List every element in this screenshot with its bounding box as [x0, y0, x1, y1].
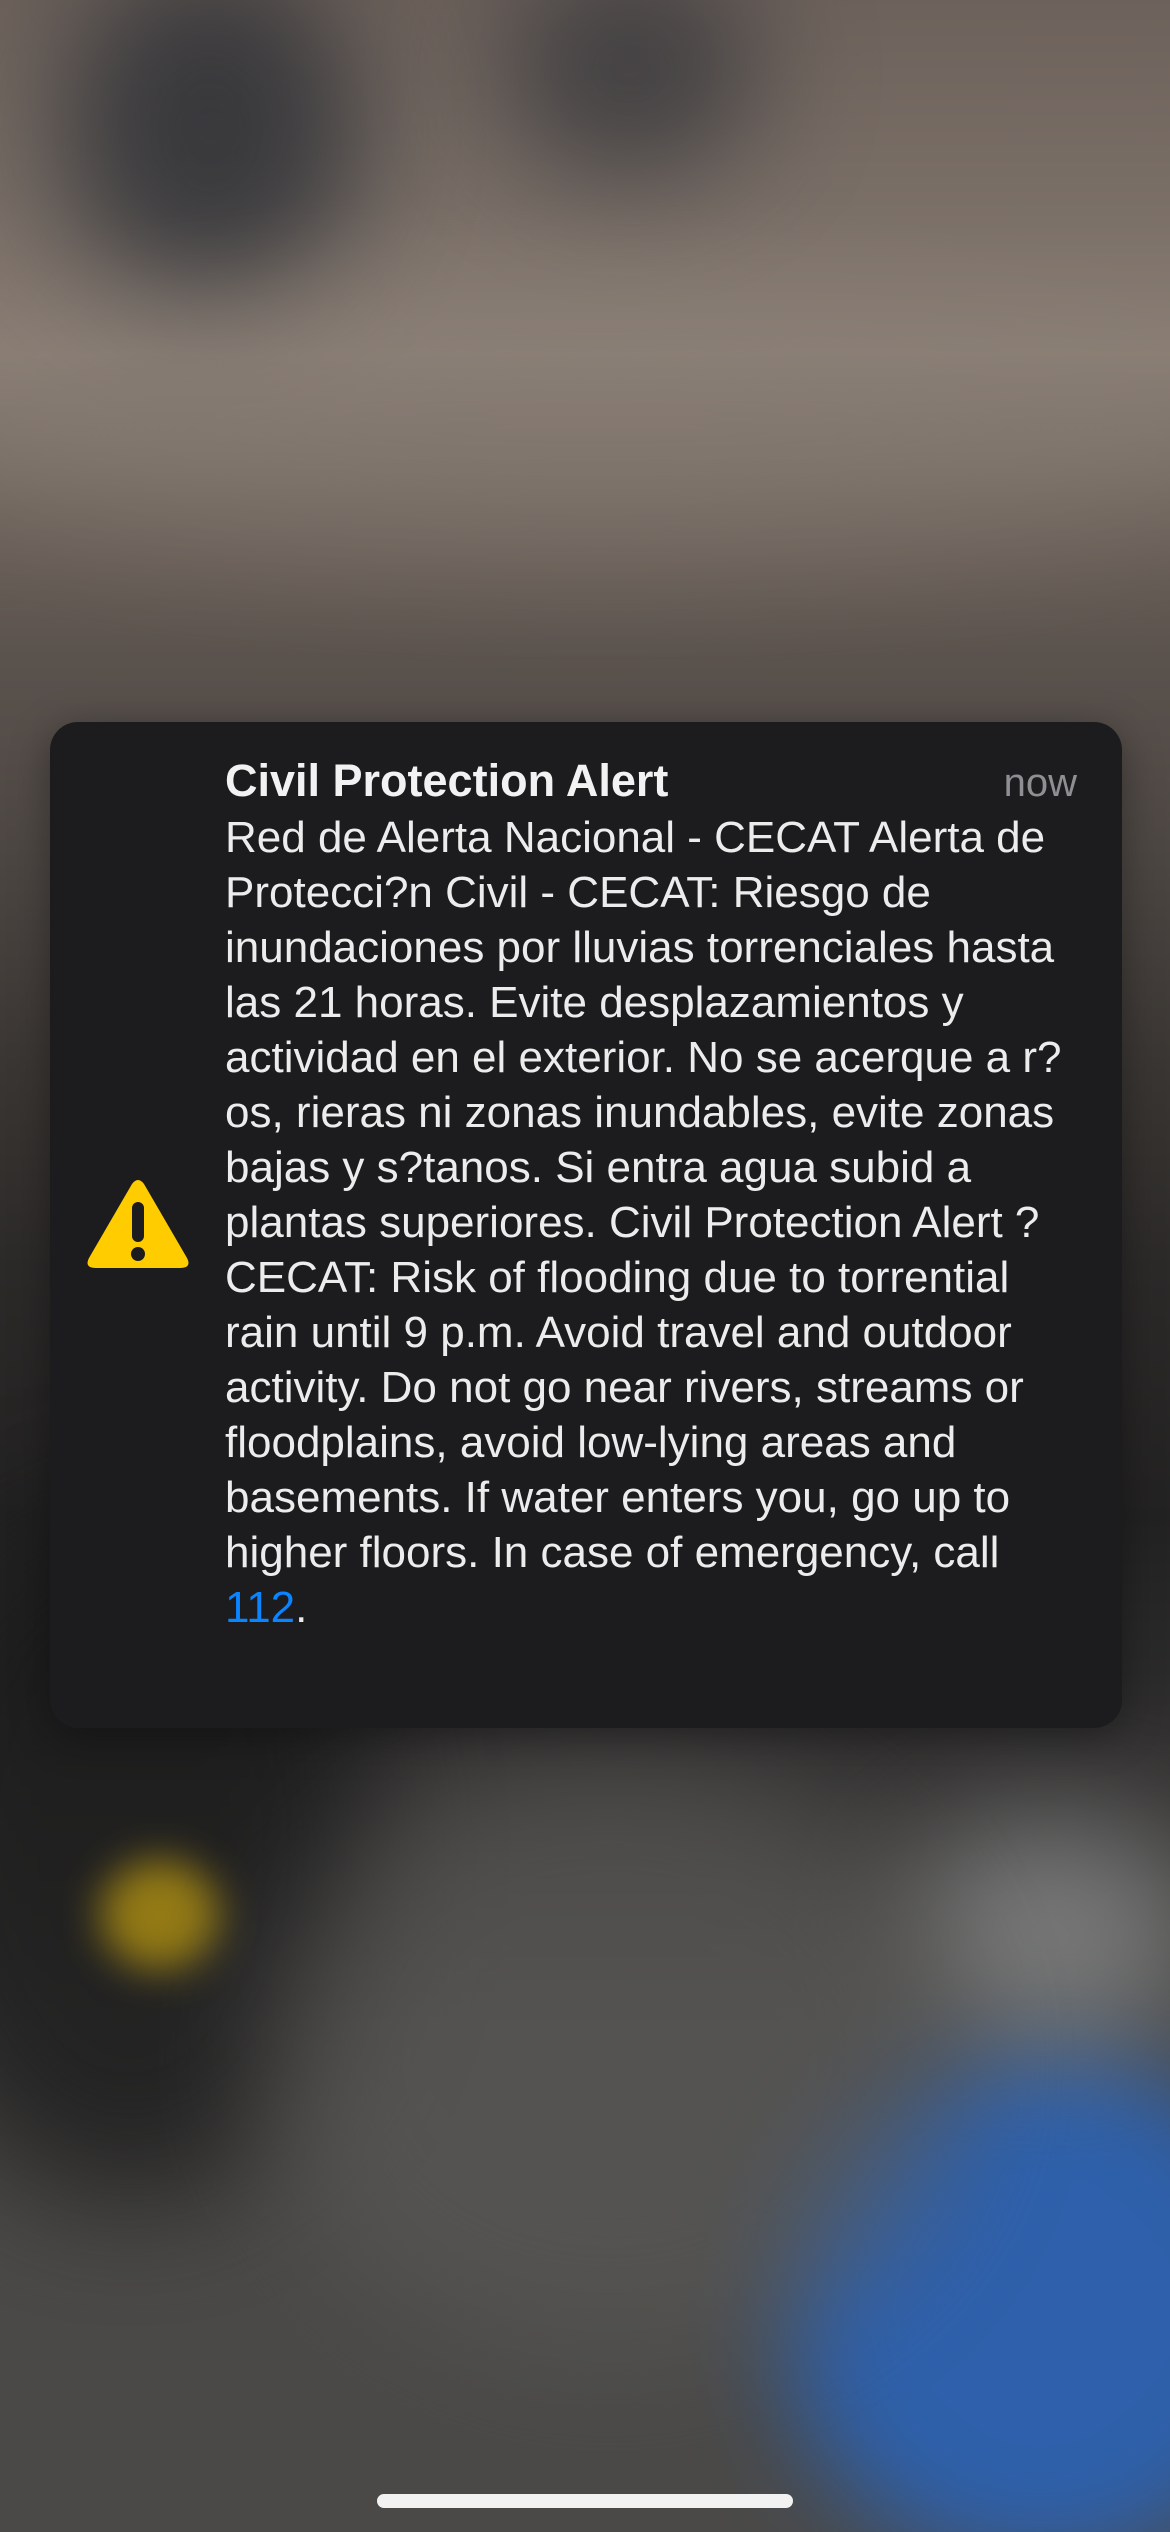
notification-header: Civil Protection Alert now [225, 752, 1077, 810]
warning-exclamation-bar [132, 1202, 144, 1242]
background-grey-shape [260, 1760, 960, 2360]
message-text: Red de Alerta Nacional - CECAT Alerta de… [225, 813, 1062, 1577]
message-end: . [295, 1583, 308, 1632]
notification-title: Civil Protection Alert [225, 755, 669, 806]
background-yellow-light [100, 1860, 220, 1970]
emergency-number-link[interactable]: 112 [225, 1583, 295, 1632]
background-window-shape [60, 0, 360, 300]
warning-icon [87, 1180, 189, 1268]
notification-time: now [1003, 761, 1077, 805]
notification-content: Civil Protection Alert now Red de Alerta… [225, 752, 1077, 1635]
notification-message: Red de Alerta Nacional - CECAT Alerta de… [225, 810, 1075, 1635]
home-indicator[interactable] [377, 2494, 793, 2508]
background-facade-shape [0, 300, 1170, 560]
background-window-shape [500, 0, 760, 180]
warning-exclamation-dot [131, 1247, 145, 1261]
